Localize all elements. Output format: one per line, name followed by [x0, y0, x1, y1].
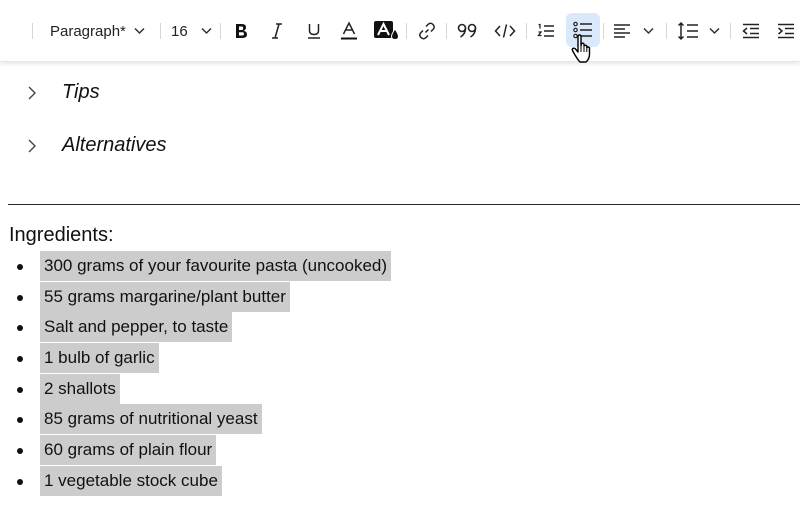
- increase-indent-icon: [778, 23, 794, 39]
- font-size-dropdown[interactable]: 16: [166, 14, 218, 48]
- list-item[interactable]: 1 vegetable stock cube: [0, 465, 800, 497]
- paragraph-style-dropdown[interactable]: Paragraph*: [44, 14, 156, 48]
- bullet-dot: [17, 417, 23, 424]
- underline-button[interactable]: [299, 14, 329, 48]
- quote-icon: [457, 23, 477, 38]
- line-spacing-dropdown[interactable]: [672, 14, 724, 48]
- text-color-button[interactable]: [334, 14, 364, 48]
- text-color-icon: [341, 21, 357, 40]
- list-item[interactable]: 2 shallots: [0, 373, 800, 405]
- chevron-down-icon: [201, 27, 212, 35]
- list-item-text[interactable]: 55 grams margarine/plant butter: [40, 281, 290, 312]
- chevron-right-icon: [28, 139, 36, 152]
- horizontal-divider: [8, 204, 800, 205]
- chevron-down-icon: [134, 27, 145, 35]
- collapsible-title: Tips: [62, 81, 100, 103]
- list-item-text[interactable]: 1 bulb of garlic: [40, 343, 159, 374]
- list-item-text[interactable]: 60 grams of plain flour: [40, 435, 217, 466]
- toolbar-separator: [603, 23, 604, 39]
- list-item-text[interactable]: 2 shallots: [40, 373, 120, 404]
- list-item[interactable]: 55 grams margarine/plant butter: [0, 281, 800, 313]
- bold-button[interactable]: [226, 14, 256, 48]
- collapsible-tips[interactable]: Tips: [26, 81, 100, 104]
- bullet-dot: [17, 356, 23, 363]
- list-item-text[interactable]: 300 grams of your favourite pasta (uncoo…: [40, 251, 392, 281]
- toolbar-separator: [666, 23, 667, 39]
- font-size-value: 16: [171, 22, 188, 40]
- list-item[interactable]: 60 grams of plain flour: [0, 435, 800, 466]
- quote-button[interactable]: [452, 14, 484, 48]
- increase-indent-button[interactable]: [771, 14, 800, 48]
- link-button[interactable]: [412, 14, 442, 48]
- toolbar-separator: [160, 23, 161, 39]
- list-item[interactable]: 85 grams of nutritional yeast: [0, 404, 800, 435]
- toolbar-separator: [446, 23, 447, 39]
- bold-icon: [236, 24, 247, 38]
- text-align-dropdown[interactable]: [608, 14, 658, 48]
- code-button[interactable]: [489, 14, 521, 48]
- collapsible-title: Alternatives: [62, 134, 167, 156]
- align-left-icon: [613, 24, 630, 38]
- code-icon: [494, 24, 516, 38]
- toolbar-separator: [32, 23, 33, 39]
- hand-pointer-cursor-icon: [571, 34, 591, 63]
- list-item-text[interactable]: Salt and pepper, to taste: [40, 312, 233, 343]
- toolbar-separator: [526, 23, 527, 39]
- underline-icon: [308, 24, 320, 39]
- highlight-color-icon: [374, 21, 400, 41]
- chevron-down-icon: [708, 27, 720, 35]
- chevron-right-icon: [28, 86, 36, 99]
- collapsible-alternatives[interactable]: Alternatives: [26, 134, 167, 157]
- toolbar-separator: [406, 23, 407, 39]
- decrease-indent-icon: [742, 23, 759, 39]
- list-item[interactable]: Salt and pepper, to taste: [0, 312, 800, 343]
- highlight-color-button[interactable]: [370, 14, 404, 48]
- decrease-indent-button[interactable]: [736, 14, 766, 48]
- bullet-dot: [17, 325, 23, 332]
- numbered-list-icon: [537, 23, 554, 37]
- italic-icon: [272, 23, 282, 39]
- line-spacing-icon: [677, 21, 698, 41]
- toolbar-separator: [220, 23, 221, 39]
- ingredients-bullet-list[interactable]: 300 grams of your favourite pasta (uncoo…: [0, 251, 800, 497]
- paragraph-style-value: Paragraph*: [50, 22, 126, 40]
- list-item-text[interactable]: 1 vegetable stock cube: [40, 465, 222, 496]
- editor-toolbar: Paragraph* 16: [0, 0, 800, 62]
- bullet-dot: [17, 264, 23, 270]
- bullet-dot: [17, 294, 23, 301]
- numbered-list-button[interactable]: [531, 14, 561, 48]
- bullet-dot: [17, 448, 23, 455]
- document-body[interactable]: Tips Alternatives Ingredients: 300 grams…: [0, 62, 800, 520]
- list-item[interactable]: 300 grams of your favourite pasta (uncoo…: [0, 251, 800, 282]
- chevron-down-icon: [642, 27, 654, 35]
- list-item[interactable]: 1 bulb of garlic: [0, 343, 800, 374]
- toolbar-separator: [730, 23, 731, 39]
- ingredients-heading: Ingredients:: [9, 224, 114, 246]
- link-icon: [419, 22, 435, 40]
- bullet-dot: [17, 386, 23, 393]
- italic-button[interactable]: [262, 14, 292, 48]
- bullet-dot: [17, 478, 23, 485]
- list-item-text[interactable]: 85 grams of nutritional yeast: [40, 404, 262, 435]
